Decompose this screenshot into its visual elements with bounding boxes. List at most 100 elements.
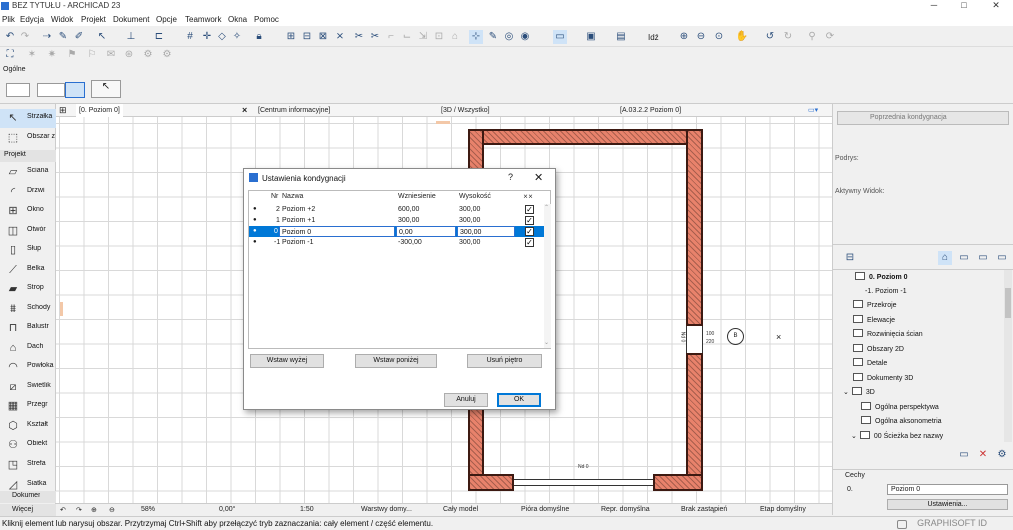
story-name-field[interactable]: Poziom 0 bbox=[887, 484, 1008, 495]
graphisoft-id-icon[interactable] bbox=[897, 520, 907, 529]
edit-icon[interactable]: ✎ bbox=[486, 30, 500, 44]
zoom-in-icon[interactable]: ⊕ bbox=[677, 30, 691, 44]
guide-lines-icon[interactable]: ⊏ bbox=[152, 30, 166, 44]
settings-button[interactable]: Ustawienia... bbox=[887, 499, 1008, 510]
scale-value[interactable]: 1:50 bbox=[300, 506, 314, 513]
nav-item-worksheets[interactable]: Obszary 2D bbox=[853, 343, 1013, 357]
show-checkbox[interactable]: ✓ bbox=[525, 216, 534, 225]
navigator-scrollbar[interactable] bbox=[1004, 270, 1012, 442]
menu-opcje[interactable]: Opcje bbox=[156, 15, 177, 24]
view-map-icon[interactable]: ▭ bbox=[957, 251, 971, 265]
tool-window[interactable]: ⊞ Okno bbox=[0, 202, 56, 221]
undo-icon[interactable]: ↶ bbox=[3, 30, 17, 44]
menu-teamwork[interactable]: Teamwork bbox=[185, 15, 221, 24]
delete-story-button[interactable]: Usuń piętro bbox=[467, 354, 542, 368]
prev-story-button[interactable]: Poprzednia kondygnacja bbox=[837, 111, 1009, 125]
send-icon[interactable]: ✶ bbox=[25, 48, 39, 62]
menu-plik[interactable]: Plik bbox=[2, 15, 15, 24]
pens-value[interactable]: Pióra domyślne bbox=[521, 506, 569, 513]
tab-floor-plan[interactable]: [0. Poziom 0] bbox=[76, 104, 123, 117]
show-checkbox[interactable]: ✓ bbox=[525, 205, 534, 214]
nav-item-elevations[interactable]: Elewacje bbox=[853, 314, 1013, 328]
explode-icon[interactable]: ⊡ bbox=[432, 30, 446, 44]
walk-icon[interactable]: ⚲ bbox=[805, 30, 819, 44]
messages-icon[interactable]: ✉ bbox=[104, 48, 118, 62]
issues-icon[interactable]: ⊛ bbox=[122, 48, 136, 62]
tool-shell[interactable]: ◠ Powłoka bbox=[0, 358, 56, 377]
cancel-button[interactable]: Anuluj bbox=[444, 393, 488, 407]
split-icon[interactable]: ✂ bbox=[352, 30, 366, 44]
override-value[interactable]: Brak zastąpień bbox=[681, 506, 727, 513]
resize-icon[interactable]: ⇲ bbox=[416, 30, 430, 44]
pointer-tool-icon[interactable]: ↖ bbox=[95, 30, 109, 44]
goto-dropdown[interactable]: Idź bbox=[648, 33, 659, 42]
floor-plan-view-icon[interactable]: ▭ bbox=[553, 30, 567, 44]
redo-view-icon[interactable]: ↷ bbox=[76, 506, 82, 514]
repr-value[interactable]: Repr. domyślna bbox=[601, 506, 650, 513]
menu-pomoc[interactable]: Pomoc bbox=[254, 15, 279, 24]
nav-item-3d-documents[interactable]: Dokumenty 3D bbox=[853, 372, 1013, 386]
list-scrollbar[interactable]: ⌃ ⌄ bbox=[544, 204, 551, 348]
arrow-mode-icon[interactable]: ↖ bbox=[91, 80, 121, 98]
rotate-icon[interactable] bbox=[65, 82, 85, 98]
zoom-out-icon[interactable]: ⊖ bbox=[694, 30, 708, 44]
show-checkbox[interactable]: ✓ bbox=[525, 227, 534, 236]
scroll-up-icon[interactable]: ⌃ bbox=[544, 204, 549, 211]
tool-opening[interactable]: ◫ Otwór bbox=[0, 222, 56, 241]
redo-icon[interactable]: ↷ bbox=[18, 30, 32, 44]
section-view-icon[interactable]: ▣ bbox=[584, 30, 598, 44]
insert-below-button[interactable]: Wstaw poniżej bbox=[355, 354, 437, 368]
geometry-method-icon[interactable] bbox=[6, 83, 30, 97]
wall-right-upper[interactable] bbox=[686, 129, 703, 326]
dialog-close-icon[interactable]: ✕ bbox=[534, 171, 543, 184]
maximize-icon[interactable]: □ bbox=[952, 0, 976, 10]
insert-above-button[interactable]: Wstaw wyżej bbox=[250, 354, 324, 368]
project-map-icon[interactable]: ⌂ bbox=[938, 251, 952, 265]
magic-wand-icon[interactable]: ✧ bbox=[230, 30, 244, 44]
nav-item-perspective[interactable]: Ogólna perspektywa bbox=[861, 401, 1013, 415]
tool-beam[interactable]: ⟋ Belka bbox=[0, 261, 56, 280]
delete-view-icon[interactable]: ✕ bbox=[976, 448, 990, 462]
undo-view-icon[interactable]: ↶ bbox=[60, 506, 66, 514]
tool-stairs[interactable]: ⩩ Schody bbox=[0, 300, 56, 319]
section-dokument[interactable]: Dokument bbox=[0, 491, 56, 503]
tab-menu-icon[interactable]: ▭▾ bbox=[808, 104, 818, 117]
properties-header[interactable]: Cechy bbox=[833, 469, 1013, 480]
tool-marquee[interactable]: ⬚ Obszar z bbox=[0, 129, 56, 148]
navigator-menu-icon[interactable]: ⊟ bbox=[843, 251, 857, 265]
tool-column[interactable]: ▯ Słup bbox=[0, 241, 56, 260]
publisher-icon[interactable]: ▭ bbox=[995, 251, 1009, 265]
story-row[interactable]: ● -1 Poziom -1 -300,00 300,00 ✓ bbox=[249, 237, 544, 248]
layout-book-icon[interactable]: ▭ bbox=[976, 251, 990, 265]
section-projekt[interactable]: Projekt bbox=[0, 150, 56, 162]
tab-3d[interactable]: [3D / Wszystko] bbox=[441, 104, 490, 117]
story-row[interactable]: ● 2 Poziom +2 600,00 300,00 ✓ bbox=[249, 204, 544, 215]
suspend-groups-icon[interactable]: ⊟ bbox=[300, 30, 314, 44]
tool-door[interactable]: ◜ Drzwi bbox=[0, 183, 56, 202]
orbit-icon[interactable]: ⟳ bbox=[823, 30, 837, 44]
help-icon[interactable]: ? bbox=[508, 172, 513, 182]
tool-object[interactable]: ⚇ Obiekt bbox=[0, 436, 56, 455]
teamwork-icon[interactable]: ⛶ bbox=[3, 48, 17, 62]
graphisoft-id-label[interactable]: GRAPHISOFT ID bbox=[917, 518, 987, 528]
nav-item-path[interactable]: ⌄ 00 Ścieżka bez nazwy bbox=[851, 430, 1013, 444]
zoom-value[interactable]: 58% bbox=[141, 506, 155, 513]
close-window-icon[interactable]: ✕ bbox=[984, 0, 1008, 11]
show-checkbox[interactable]: ✓ bbox=[525, 238, 534, 247]
wall-right-lower[interactable] bbox=[686, 353, 703, 491]
story-row-selected[interactable]: ● 0 Poziom 0 0,00 300,00 ✓ bbox=[249, 226, 544, 237]
eraser-icon[interactable]: ◇ bbox=[215, 30, 229, 44]
home-icon[interactable]: ⌂ bbox=[448, 30, 462, 44]
new-view-icon[interactable]: ▭ bbox=[957, 448, 971, 462]
menu-widok[interactable]: Widok bbox=[51, 15, 73, 24]
wall-bottom-right[interactable] bbox=[653, 474, 703, 491]
view-settings-icon[interactable]: ⚙ bbox=[995, 448, 1009, 462]
group-icon[interactable]: ⊞ bbox=[284, 30, 298, 44]
snap-icon[interactable]: ⊥ bbox=[124, 30, 138, 44]
fit-in-window-icon[interactable]: ⊙ bbox=[712, 30, 726, 44]
inject-icon[interactable]: ✐ bbox=[72, 30, 86, 44]
fillet-icon[interactable]: ⌐ bbox=[384, 30, 398, 44]
offset-icon[interactable]: ⌙ bbox=[400, 30, 414, 44]
tool-curtain-wall[interactable]: ▦ Przegr bbox=[0, 397, 56, 416]
tool-wall[interactable]: ▱ Ściana bbox=[0, 163, 56, 182]
